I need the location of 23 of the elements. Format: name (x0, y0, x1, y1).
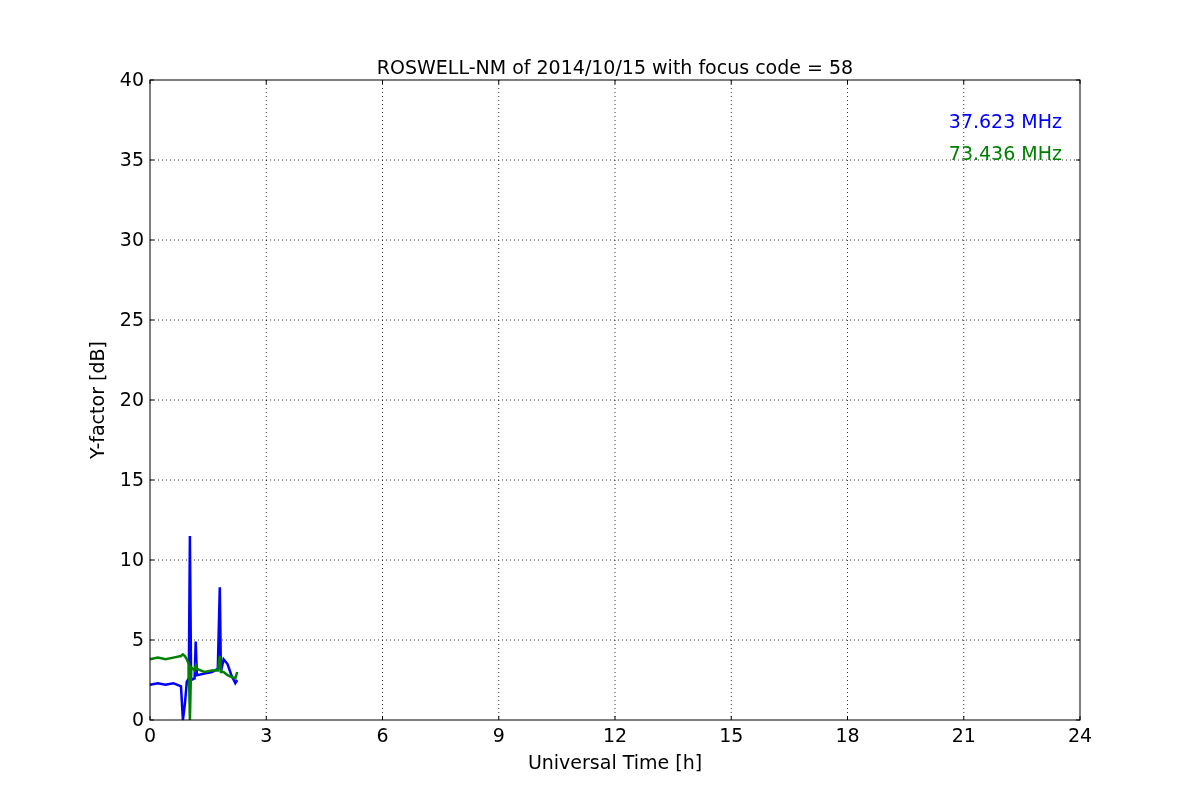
x-tick-label: 21 (951, 724, 976, 746)
y-tick-label: 35 (119, 148, 144, 170)
x-tick-label: 0 (143, 724, 157, 746)
legend-label: 37.623 MHz (948, 110, 1062, 132)
x-axis-label: Universal Time [h] (527, 751, 703, 773)
y-tick-label: 40 (119, 68, 144, 90)
x-tick-label: 12 (602, 724, 628, 746)
x-tick-label: 15 (719, 724, 744, 746)
y-tick-label: 25 (119, 308, 144, 330)
y-tick-label: 5 (131, 628, 144, 650)
chart-title: ROSWELL-NM of 2014/10/15 with focus code = 58 (376, 56, 854, 78)
y-axis-label: Y-factor [dB] (86, 341, 108, 459)
y-tick-label: 15 (119, 468, 144, 490)
x-tick-label: 24 (1067, 724, 1093, 746)
x-tick-label: 9 (492, 724, 505, 746)
y-tick-label: 20 (119, 388, 144, 410)
y-tick-label: 10 (119, 548, 144, 570)
y-tick-label: 30 (119, 228, 144, 250)
legend-label: 73.436 MHz (948, 142, 1062, 164)
x-tick-label: 6 (376, 724, 389, 746)
y-tick-label: 0 (131, 708, 144, 730)
x-tick-label: 18 (835, 724, 860, 746)
x-tick-label: 3 (260, 724, 273, 746)
